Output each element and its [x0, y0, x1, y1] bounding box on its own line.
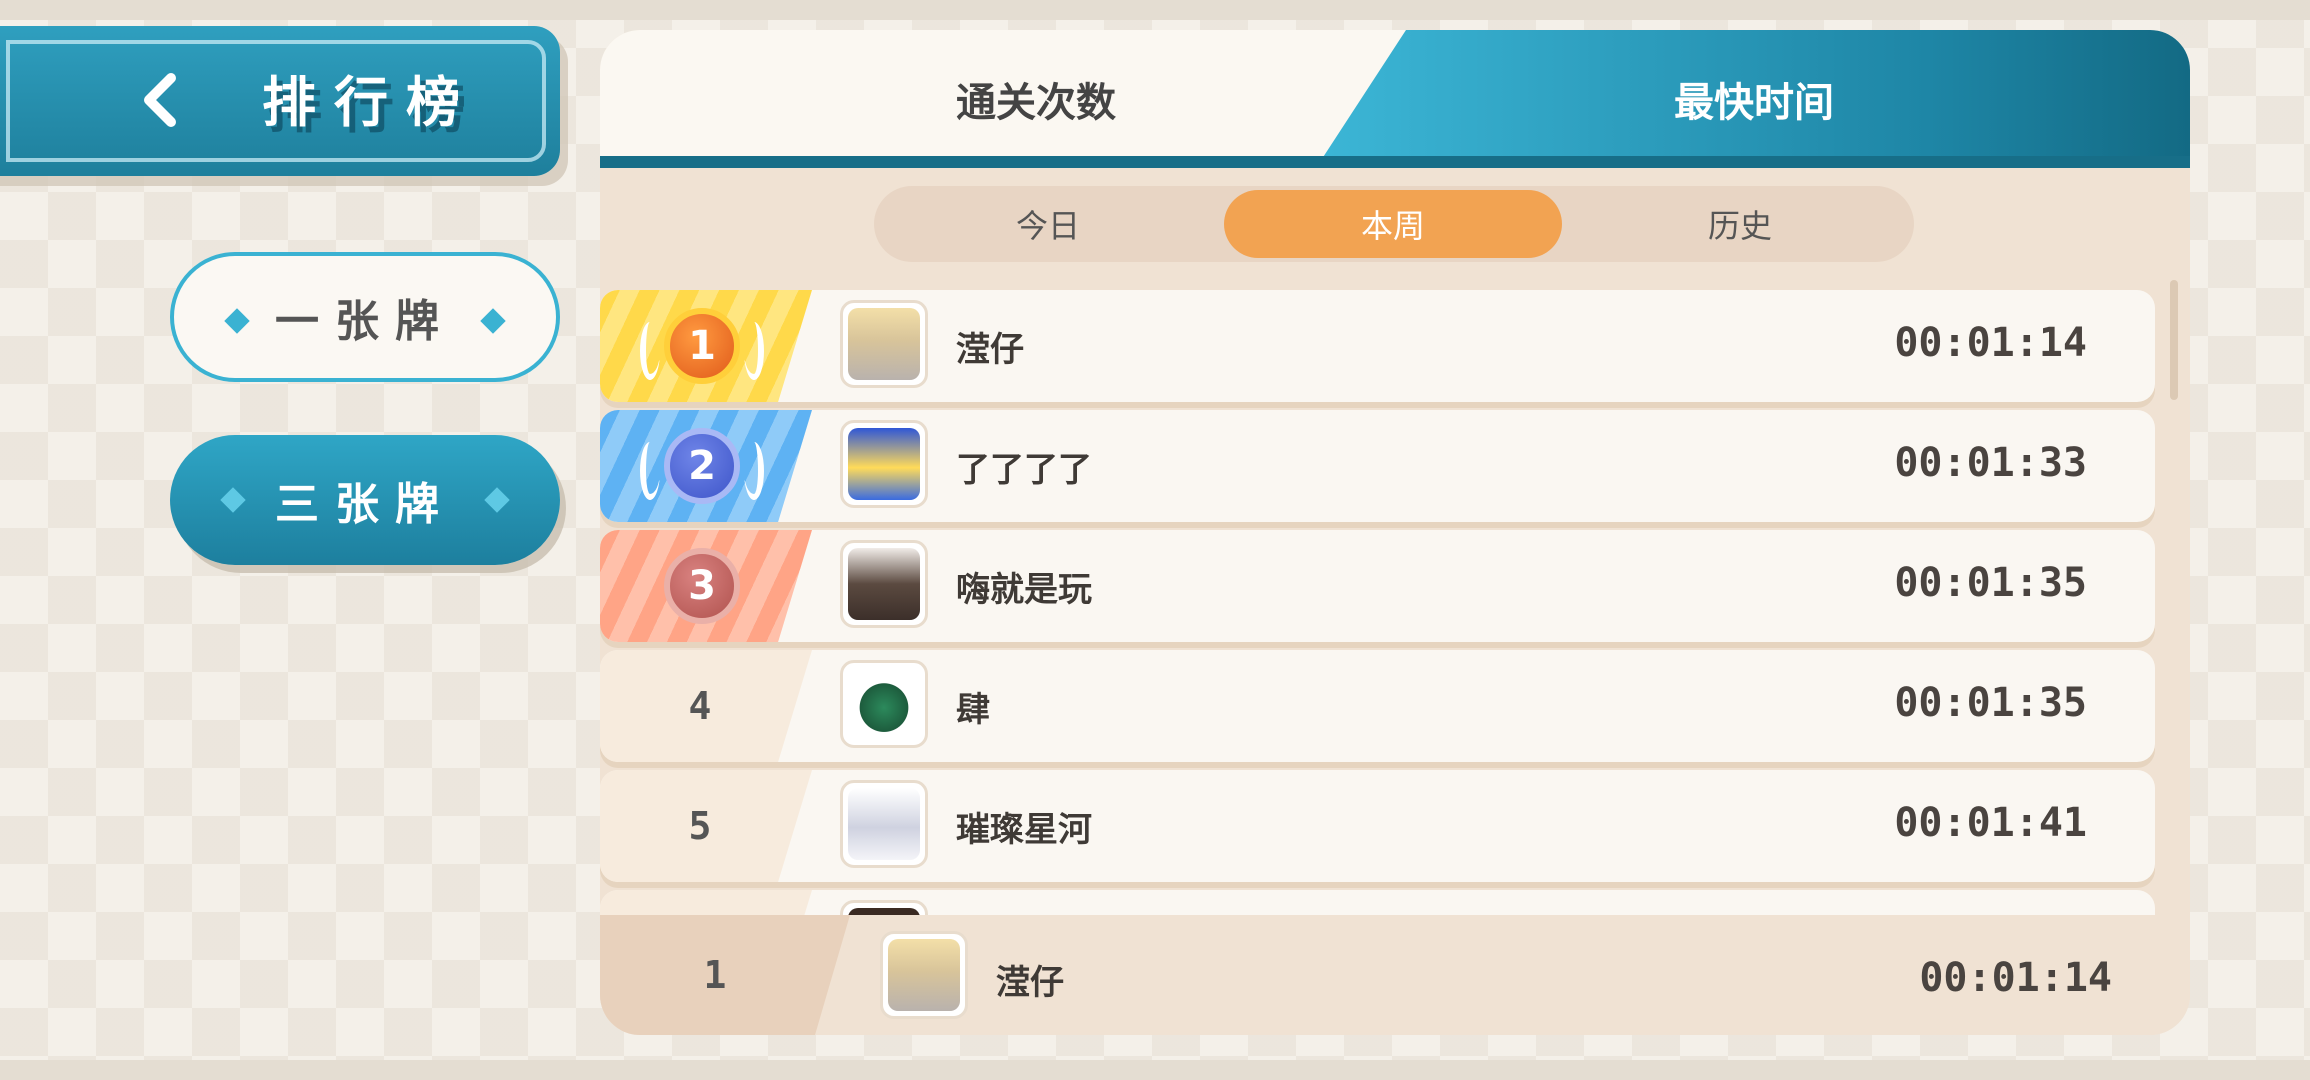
player-name: 嗨就是玩	[956, 570, 1092, 610]
leaderboard-row[interactable]: 4 肆 00:01:35	[600, 650, 2155, 762]
mode-label: 三张牌	[275, 479, 455, 530]
leaderboard-row[interactable]: 5 璀璨星河 00:01:41	[600, 770, 2155, 882]
period-week[interactable]: 本周	[1224, 190, 1562, 258]
leaderboard-row[interactable]: 2 了了了了 00:01:33	[600, 410, 2155, 522]
my-time: 00:01:14	[1919, 955, 2112, 1001]
avatar[interactable]	[840, 660, 928, 748]
avatar[interactable]	[840, 540, 928, 628]
page-title: 排行榜	[262, 71, 478, 134]
player-time: 00:01:41	[1894, 800, 2087, 846]
period-selector: 今日 本周 历史	[874, 186, 1914, 262]
tab-fastest-time[interactable]: 最快时间	[1674, 70, 1834, 128]
mode-three-cards-button[interactable]: 三张牌	[170, 435, 560, 565]
mode-label: 一张牌	[275, 296, 455, 347]
laurel-icon	[744, 442, 764, 500]
rank-number: 5	[688, 804, 712, 848]
tab-bar: 通关次数 最快时间	[600, 30, 2190, 168]
avatar[interactable]	[840, 300, 928, 388]
laurel-icon	[640, 322, 660, 380]
player-name: 滢仔	[956, 330, 1024, 370]
player-time: 00:01:35	[1894, 560, 2087, 606]
my-rank-number: 1	[703, 953, 727, 997]
diamond-icon	[224, 308, 250, 334]
player-name: 肆	[956, 690, 990, 730]
back-button[interactable]	[130, 65, 190, 135]
bronze-medal-icon: 3	[664, 548, 740, 624]
rank-number: 4	[688, 684, 712, 728]
laurel-icon	[744, 322, 764, 380]
laurel-icon	[640, 442, 660, 500]
leaderboard-list[interactable]: 1 滢仔 00:01:14 2 了了了了 00:01:33 3 嗨就是玩 00:…	[600, 280, 2190, 915]
leaderboard-panel: 通关次数 最快时间 今日 本周 历史 1 滢仔 00:01:14 2 了了了了 …	[600, 30, 2190, 1035]
leaderboard-row[interactable]: 3 嗨就是玩 00:01:35	[600, 530, 2155, 642]
mode-one-card-button[interactable]: 一张牌	[170, 252, 560, 382]
my-rank-bar: 1 滢仔 00:01:14	[600, 915, 2190, 1035]
list-scrollbar[interactable]	[2170, 280, 2178, 400]
period-today[interactable]: 今日	[874, 186, 1222, 262]
my-avatar[interactable]	[880, 931, 968, 1019]
period-history[interactable]: 历史	[1566, 186, 1914, 262]
avatar[interactable]	[840, 420, 928, 508]
chevron-left-icon	[144, 73, 176, 127]
player-time: 00:01:35	[1894, 680, 2087, 726]
diamond-icon	[220, 487, 246, 513]
diamond-icon	[484, 487, 510, 513]
player-time: 00:01:33	[1894, 440, 2087, 486]
leaderboard-row-partial[interactable]	[600, 890, 2155, 915]
player-time: 00:01:14	[1894, 320, 2087, 366]
tab-clear-count[interactable]: 通关次数	[956, 70, 1116, 128]
top-strip	[0, 0, 2310, 20]
player-name: 了了了了	[956, 450, 1092, 490]
my-name: 滢仔	[996, 963, 1064, 1003]
silver-medal-icon: 2	[664, 428, 740, 504]
rank-stripe	[600, 890, 812, 915]
gold-medal-icon: 1	[664, 308, 740, 384]
bottom-strip	[0, 1060, 2310, 1080]
avatar[interactable]	[840, 900, 928, 915]
player-name: 璀璨星河	[956, 810, 1092, 850]
avatar[interactable]	[840, 780, 928, 868]
diamond-icon	[480, 308, 506, 334]
leaderboard-row[interactable]: 1 滢仔 00:01:14	[600, 290, 2155, 402]
